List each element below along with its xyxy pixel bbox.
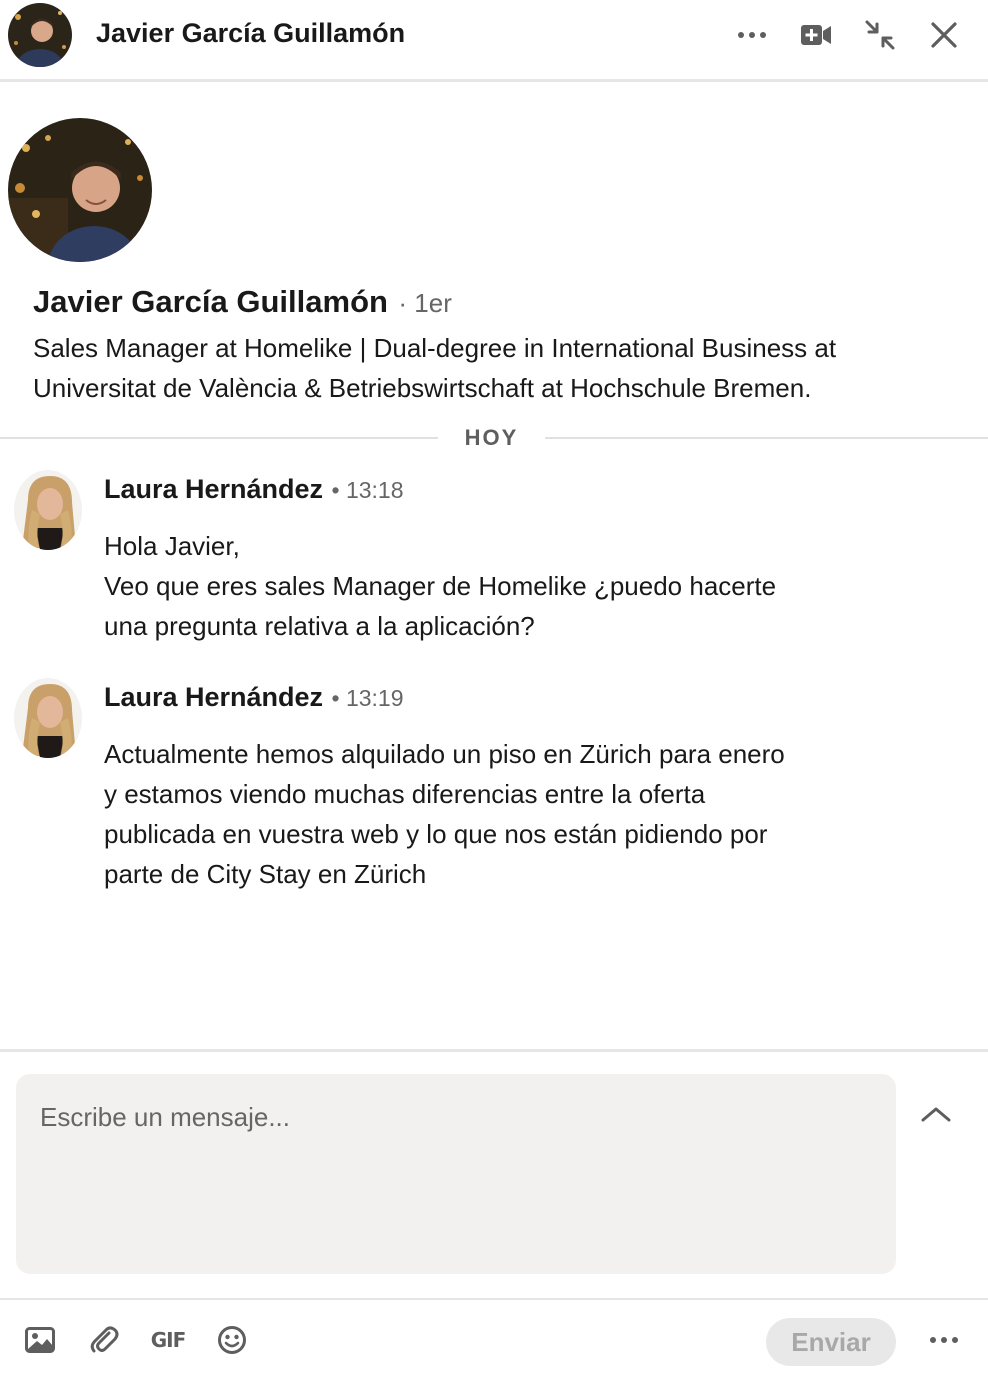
minimize-button[interactable] — [859, 14, 901, 56]
message-body: Hola Javier, Veo que eres sales Manager … — [104, 526, 884, 646]
close-button[interactable] — [923, 14, 965, 56]
collapse-arrows-icon — [865, 20, 895, 50]
footer-divider — [0, 1298, 988, 1300]
message-meta: Laura Hernández • 13:18 — [104, 474, 404, 505]
message-line: Actualmente hemos alquilado un piso en Z… — [104, 739, 785, 769]
ellipsis-icon — [738, 32, 766, 38]
day-divider: HOY — [0, 422, 988, 454]
message-line: y estamos viendo muchas diferencias entr… — [104, 779, 706, 809]
message-line: publicada en vuestra web y lo que nos es… — [104, 819, 768, 849]
image-icon — [25, 1327, 55, 1353]
header-title[interactable]: Javier García Guillamón — [96, 18, 405, 49]
divider-line — [545, 437, 988, 439]
message-line: Veo que eres sales Manager de Homelike ¿… — [104, 571, 777, 601]
message-time: • 13:19 — [331, 685, 404, 711]
profile-headline: Sales Manager at Homelike | Dual-degree … — [33, 333, 837, 403]
expand-compose-button[interactable] — [914, 1094, 958, 1134]
video-call-button[interactable] — [795, 14, 837, 56]
profile-avatar[interactable] — [8, 118, 152, 262]
sender-avatar[interactable] — [14, 470, 82, 550]
gif-button[interactable]: GIF — [146, 1320, 190, 1360]
compose-divider — [0, 1049, 988, 1052]
attach-image-button[interactable] — [18, 1320, 62, 1360]
chevron-up-icon — [921, 1107, 951, 1122]
message-line: Hola Javier, — [104, 531, 240, 561]
message-meta: Laura Hernández • 13:19 — [104, 682, 404, 713]
avatar[interactable] — [8, 3, 72, 67]
message-input[interactable]: Escribe un mensaje... — [16, 1074, 896, 1274]
sender-avatar[interactable] — [14, 678, 82, 758]
day-label: HOY — [464, 425, 519, 450]
gif-label: GIF — [150, 1328, 187, 1352]
paperclip-icon — [90, 1326, 119, 1353]
message-time: • 13:18 — [331, 477, 404, 503]
video-call-icon — [801, 25, 831, 45]
divider-line — [0, 437, 438, 439]
message-line: una pregunta relativa a la aplicación? — [104, 611, 535, 641]
profile-name-row: Javier García Guillamón · 1er — [33, 284, 452, 320]
message-placeholder: Escribe un mensaje... — [40, 1102, 291, 1132]
ellipsis-icon — [930, 1337, 958, 1343]
more-options-button[interactable] — [731, 14, 773, 56]
attach-file-button[interactable] — [82, 1320, 126, 1360]
send-button[interactable]: Enviar — [766, 1318, 896, 1366]
compose-options-button[interactable] — [922, 1320, 966, 1360]
message-body: Actualmente hemos alquilado un piso en Z… — [104, 734, 884, 894]
sender-name[interactable]: Laura Hernández — [104, 682, 323, 712]
profile-name[interactable]: Javier García Guillamón — [33, 284, 388, 319]
sender-name[interactable]: Laura Hernández — [104, 474, 323, 504]
message-line: parte de City Stay en Zürich — [104, 859, 427, 889]
emoji-icon — [218, 1326, 246, 1354]
chat-header: Javier García Guillamón — [0, 0, 988, 82]
emoji-button[interactable] — [210, 1320, 254, 1360]
close-icon — [931, 22, 957, 48]
connection-degree: · 1er — [398, 288, 452, 318]
